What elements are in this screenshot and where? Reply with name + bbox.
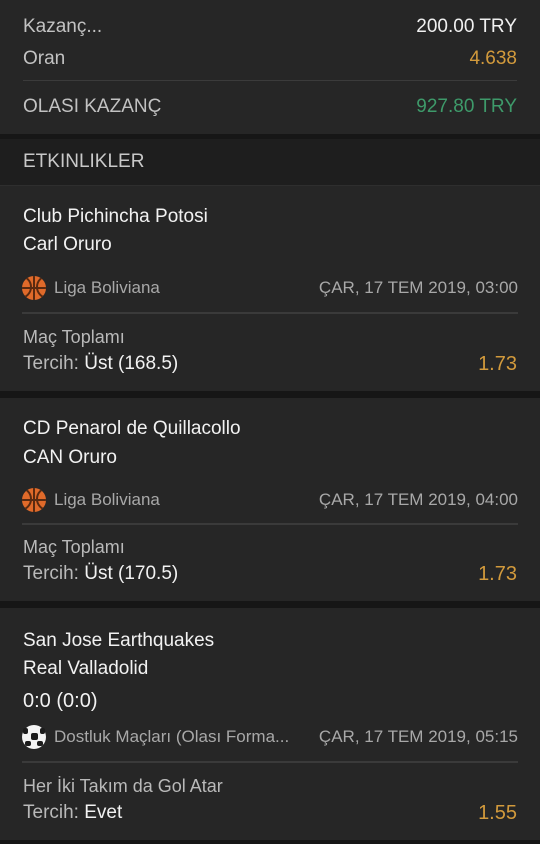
- potential-win-value: 927.80 TRY: [416, 96, 517, 117]
- soccer-ball-icon: [22, 725, 46, 749]
- selection-row: Tercih: Evet 1.55: [23, 802, 517, 825]
- selection-label: Tercih:: [23, 563, 79, 584]
- potential-win-row: OLASI KAZANÇ 927.80 TRY: [23, 96, 517, 118]
- live-score: 0:0 (0:0): [23, 690, 98, 712]
- potential-win-label: OLASI KAZANÇ: [23, 96, 162, 117]
- away-team: CAN Oruro: [23, 447, 117, 468]
- away-team: Carl Oruro: [23, 234, 112, 255]
- stake-row: Kazanç... 200.00 TRY: [23, 16, 517, 38]
- basketball-icon: [22, 276, 46, 300]
- odds-label: Oran: [23, 48, 66, 69]
- market-name: Her İki Takım da Gol Atar: [23, 776, 223, 796]
- event-meta: Dostluk Maçları (Olası Forma... ÇAR, 17 …: [22, 725, 518, 749]
- selection-label: Tercih:: [23, 802, 79, 823]
- betslip-summary: Kazanç... 200.00 TRY Oran 4.638 OLASI KA…: [0, 0, 540, 134]
- selection-row: Tercih: Üst (168.5) 1.73: [23, 353, 517, 376]
- selection-odd: 1.73: [478, 353, 517, 375]
- event-divider: [22, 312, 518, 314]
- selection-value: Üst (168.5): [84, 353, 179, 374]
- stake-value[interactable]: 200.00 TRY: [416, 16, 517, 38]
- events-section-title: ETKINLIKLER: [0, 139, 540, 186]
- league-name: Liga Boliviana: [54, 278, 160, 297]
- market-name: Maç Toplamı: [23, 537, 125, 557]
- away-team: Real Valladolid: [23, 658, 149, 679]
- selection-odd: 1.73: [478, 563, 517, 585]
- selection-odd: 1.55: [478, 802, 517, 824]
- event-divider: [22, 761, 518, 763]
- summary-divider: [23, 80, 517, 81]
- league-name: Dostluk Maçları (Olası Forma...: [54, 727, 290, 746]
- selection-label: Tercih:: [23, 353, 79, 374]
- event-datetime: ÇAR, 17 TEM 2019, 03:00: [318, 278, 518, 297]
- basketball-icon: [22, 488, 46, 512]
- event-meta: Liga Boliviana ÇAR, 17 TEM 2019, 03:00: [22, 276, 518, 300]
- event-card[interactable]: CD Penarol de Quillacollo CAN Oruro Liga…: [0, 398, 540, 601]
- home-team: San Jose Earthquakes: [23, 630, 215, 651]
- selection-value: Üst (170.5): [84, 563, 179, 584]
- event-divider: [22, 523, 518, 525]
- total-odds-value: 4.638: [469, 48, 517, 69]
- selection-value: Evet: [84, 802, 123, 823]
- odds-row: Oran 4.638: [23, 48, 517, 70]
- league-name: Liga Boliviana: [54, 490, 160, 509]
- event-card[interactable]: San Jose Earthquakes Real Valladolid 0:0…: [0, 608, 540, 840]
- stake-label: Kazanç...: [23, 16, 103, 37]
- selection-row: Tercih: Üst (170.5) 1.73: [23, 563, 517, 586]
- event-datetime: ÇAR, 17 TEM 2019, 04:00: [318, 490, 518, 509]
- market-name: Maç Toplamı: [23, 327, 125, 347]
- event-meta: Liga Boliviana ÇAR, 17 TEM 2019, 04:00: [22, 488, 518, 512]
- home-team: Club Pichincha Potosi: [23, 206, 208, 227]
- event-datetime: ÇAR, 17 TEM 2019, 05:15: [318, 727, 518, 746]
- event-card[interactable]: Club Pichincha Potosi Carl Oruro Liga Bo…: [0, 186, 540, 391]
- home-team: CD Penarol de Quillacollo: [23, 418, 241, 439]
